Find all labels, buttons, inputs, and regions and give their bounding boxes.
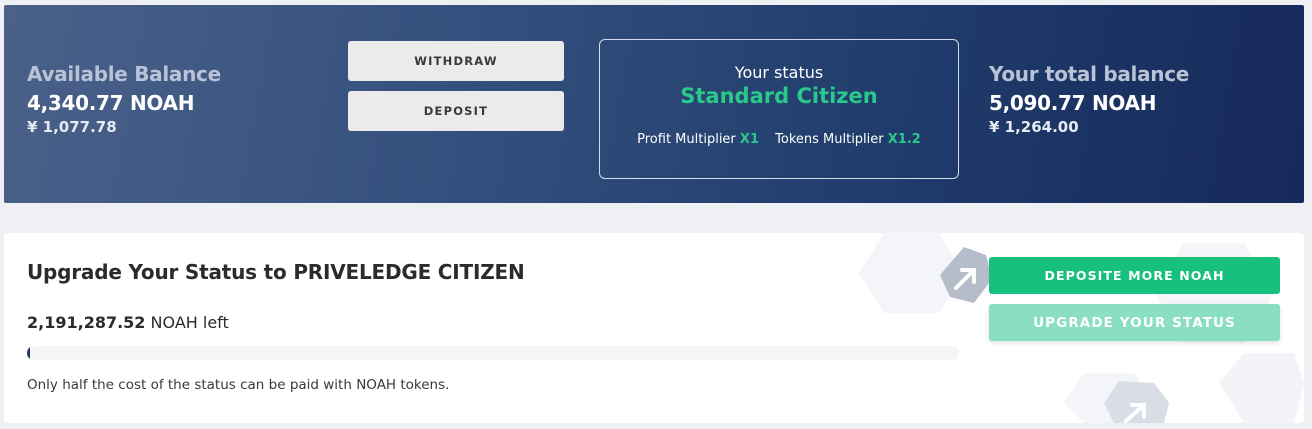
tokens-multiplier-value: X1.2	[887, 132, 921, 147]
profit-multiplier-value: X1	[739, 132, 759, 147]
arrow-up-right-hexagon-icon	[940, 247, 992, 303]
available-balance-amount: 4,340.77 NOAH	[27, 91, 195, 115]
upgrade-progress-fill	[27, 346, 31, 360]
upgrade-status-card: Upgrade Your Status to PRIVELEDGE CITIZE…	[4, 233, 1304, 423]
upgrade-progress-bar	[27, 346, 959, 360]
status-heading: Your status	[734, 63, 824, 82]
total-balance-amount: 5,090.77 NOAH	[989, 91, 1157, 115]
total-balance: Your total balance 5,090.77 NOAH ¥ 1,264…	[989, 62, 1189, 136]
available-balance-label: Available Balance	[27, 62, 221, 86]
arrow-up-right-hexagon-icon	[1104, 381, 1169, 423]
upgrade-status-button[interactable]: UPGRADE YOUR STATUS	[989, 304, 1280, 341]
remaining-amount-suffix: NOAH left	[150, 313, 229, 332]
deposit-more-button[interactable]: DEPOSITE MORE NOAH	[989, 257, 1280, 294]
upgrade-title: Upgrade Your Status to PRIVELEDGE CITIZE…	[27, 260, 525, 284]
remaining-amount-value: 2,191,287.52	[27, 313, 146, 332]
total-balance-fiat: ¥ 1,264.00	[989, 118, 1079, 136]
tokens-multiplier-label: Tokens Multiplier	[775, 132, 884, 147]
profit-multiplier-label: Profit Multiplier	[637, 132, 736, 147]
deposit-button[interactable]: DEPOSIT	[348, 91, 564, 131]
total-balance-label: Your total balance	[989, 62, 1190, 86]
wallet-summary-banner: Available Balance 4,340.77 NOAH ¥ 1,077.…	[4, 5, 1304, 203]
upgrade-note: Only half the cost of the status can be …	[27, 377, 450, 393]
status-name: Standard Citizen	[680, 84, 878, 108]
withdraw-button[interactable]: WITHDRAW	[348, 41, 564, 81]
available-balance: Available Balance 4,340.77 NOAH ¥ 1,077.…	[27, 62, 221, 136]
available-balance-fiat: ¥ 1,077.78	[27, 118, 117, 136]
remaining-amount: 2,191,287.52 NOAH left	[27, 313, 229, 332]
multipliers: Profit Multiplier X1 Tokens Multiplier X…	[600, 132, 958, 147]
status-panel: Your status Standard Citizen Profit Mult…	[599, 39, 959, 179]
